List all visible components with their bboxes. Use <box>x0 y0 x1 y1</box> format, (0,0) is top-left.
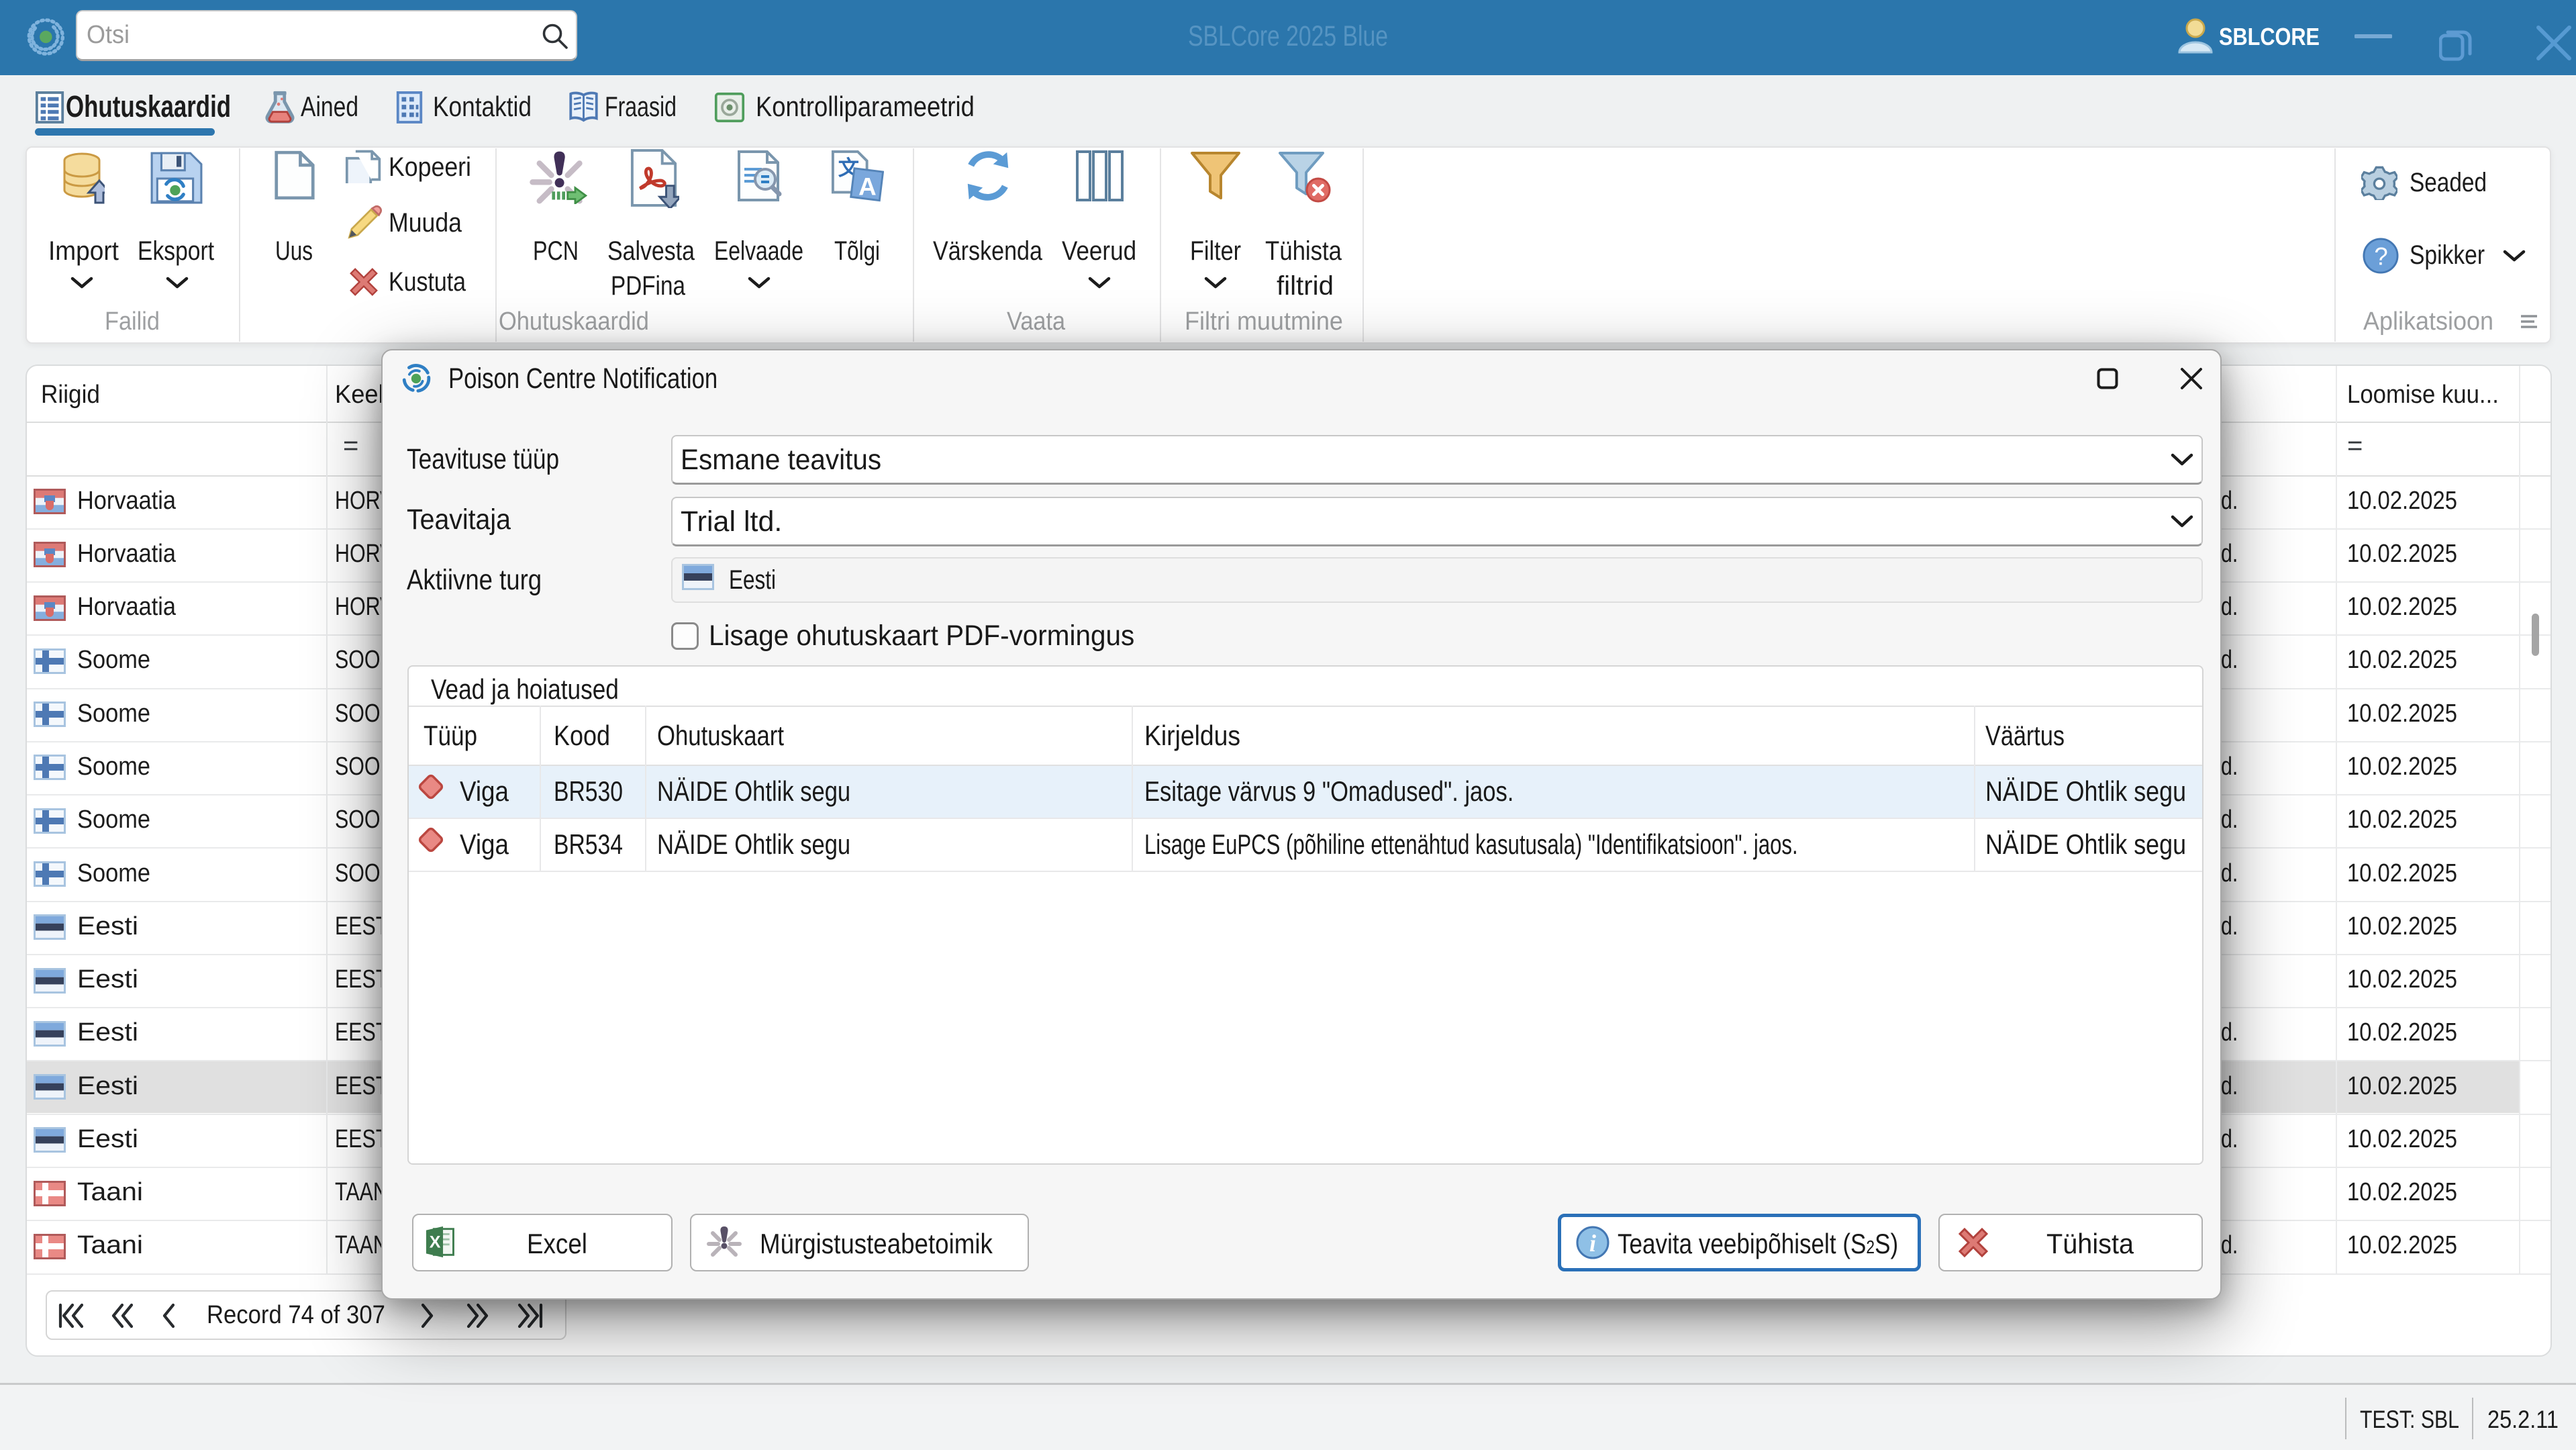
svg-text:X: X <box>430 1233 441 1252</box>
svg-text:i: i <box>1589 1230 1596 1257</box>
svg-text:?: ? <box>2374 243 2387 271</box>
svg-text:A: A <box>858 172 877 200</box>
